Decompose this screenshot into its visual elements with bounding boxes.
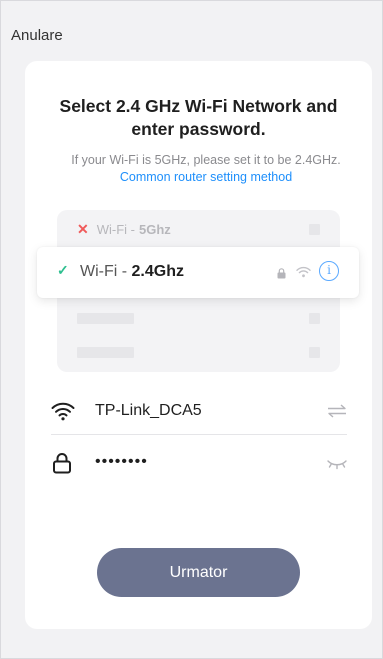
network-24g-label: Wi-Fi - 2.4Ghz (80, 263, 184, 281)
network-5g-prefix: Wi-Fi - (96, 221, 135, 237)
lock-icon (51, 452, 73, 479)
subtitle-text: If your Wi-Fi is 5GHz, please set it to … (71, 153, 341, 167)
placeholder-square (309, 313, 320, 324)
page-title: Select 2.4 GHz Wi-Fi Network and enter p… (59, 96, 338, 139)
placeholder-bar (77, 313, 134, 324)
placeholder-bar (77, 347, 134, 358)
divider (51, 434, 347, 435)
wifi-setup-card: Select 2.4 GHz Wi-Fi Network and enter p… (25, 61, 372, 629)
next-button[interactable]: Urmator (97, 548, 300, 597)
wifi-icon (296, 265, 311, 283)
lock-icon (277, 266, 286, 284)
password-field[interactable]: •••••••• (51, 441, 347, 485)
network-row-24g: ✓ Wi-Fi - 2.4Ghz i (37, 247, 359, 298)
cancel-button[interactable]: Anulare (11, 27, 63, 44)
switch-network-icon[interactable] (327, 404, 347, 423)
info-icon[interactable]: i (319, 261, 339, 281)
router-setting-link[interactable]: Common router setting method (120, 170, 292, 184)
cross-icon: ✕ (77, 220, 89, 237)
network-24g-band: 2.4Ghz (131, 263, 184, 280)
placeholder-square (309, 347, 320, 358)
ssid-value: TP-Link_DCA5 (95, 402, 202, 419)
network-24g-prefix: Wi-Fi - (80, 263, 132, 280)
subtitle: If your Wi-Fi is 5GHz, please set it to … (61, 152, 351, 186)
eye-closed-icon[interactable] (327, 457, 347, 475)
check-icon: ✓ (57, 262, 69, 278)
network-row-5g: ✕ Wi-Fi - 5Ghz (77, 221, 171, 237)
screen: Anulare Select 2.4 GHz Wi-Fi Network and… (0, 0, 383, 659)
ssid-field[interactable]: TP-Link_DCA5 (51, 390, 347, 434)
password-value: •••••••• (95, 453, 148, 470)
placeholder-square (309, 224, 320, 235)
wifi-icon (51, 401, 75, 426)
network-5g-band: 5Ghz (139, 221, 171, 237)
